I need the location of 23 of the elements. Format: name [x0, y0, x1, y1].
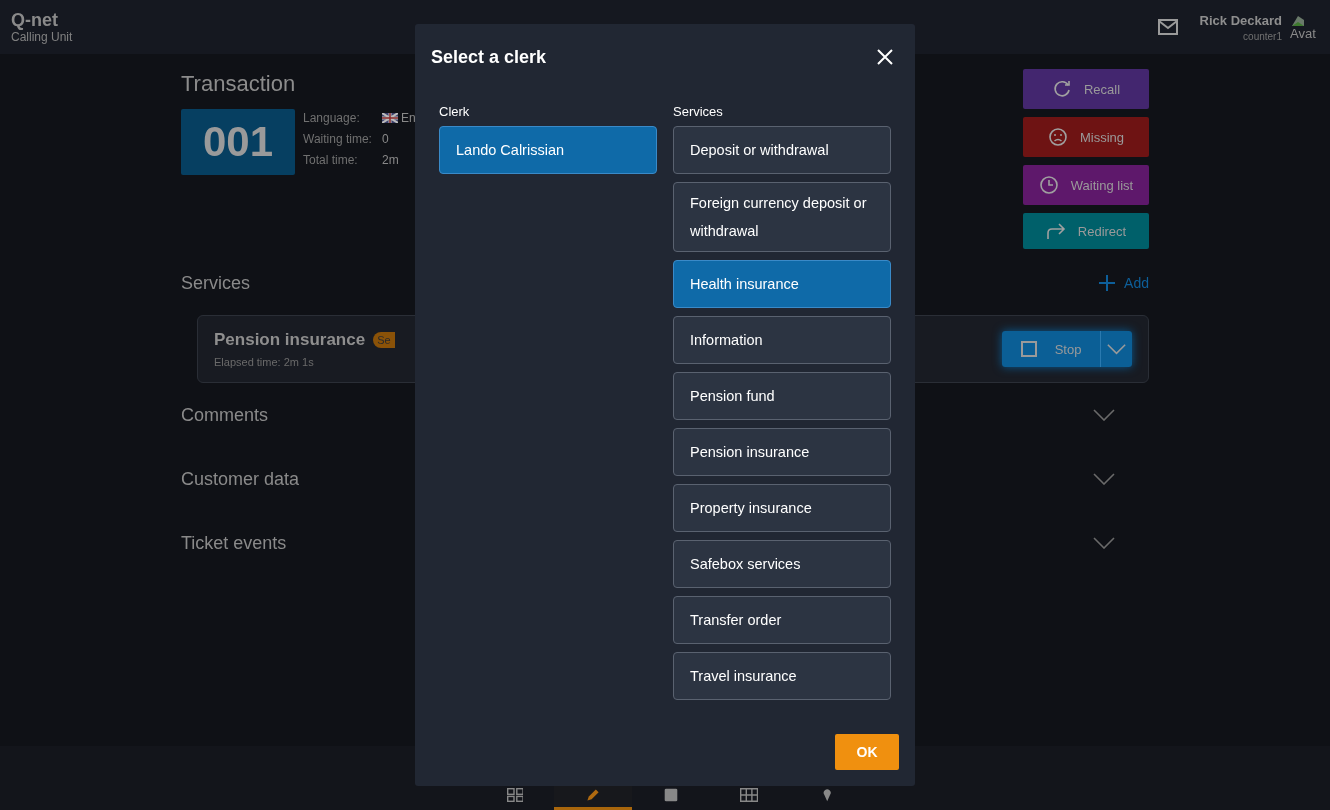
user-name: Rick Deckard: [1199, 12, 1282, 28]
section-title: Services: [181, 272, 251, 294]
dialog-title: Select a clerk: [431, 46, 547, 68]
app-subtitle: Calling Unit: [11, 30, 73, 44]
detail-label: Waiting time:: [303, 132, 373, 146]
elapsed-time: Elapsed time: 2m 1s: [214, 356, 315, 368]
service-name: Pension insurance: [214, 330, 366, 350]
section-title: Ticket events: [181, 532, 287, 554]
detail-label: Language:: [303, 111, 361, 125]
ticket-number: 001: [181, 109, 295, 175]
status-badge: Se: [373, 332, 395, 348]
section-title: Comments: [181, 404, 269, 426]
column-heading: Services: [673, 104, 724, 119]
avatar-text: Avat: [1290, 28, 1317, 40]
column-heading: Clerk: [439, 104, 471, 119]
section-title: Customer data: [181, 468, 300, 490]
detail-value: 0: [382, 132, 389, 146]
detail-value: En: [401, 111, 416, 125]
logo: Q-net: [11, 10, 59, 30]
section-title: Transaction: [181, 71, 297, 97]
detail-label: Total time:: [303, 153, 359, 167]
detail-value: 2m: [382, 153, 399, 167]
counter-name: counter1: [1243, 30, 1282, 42]
